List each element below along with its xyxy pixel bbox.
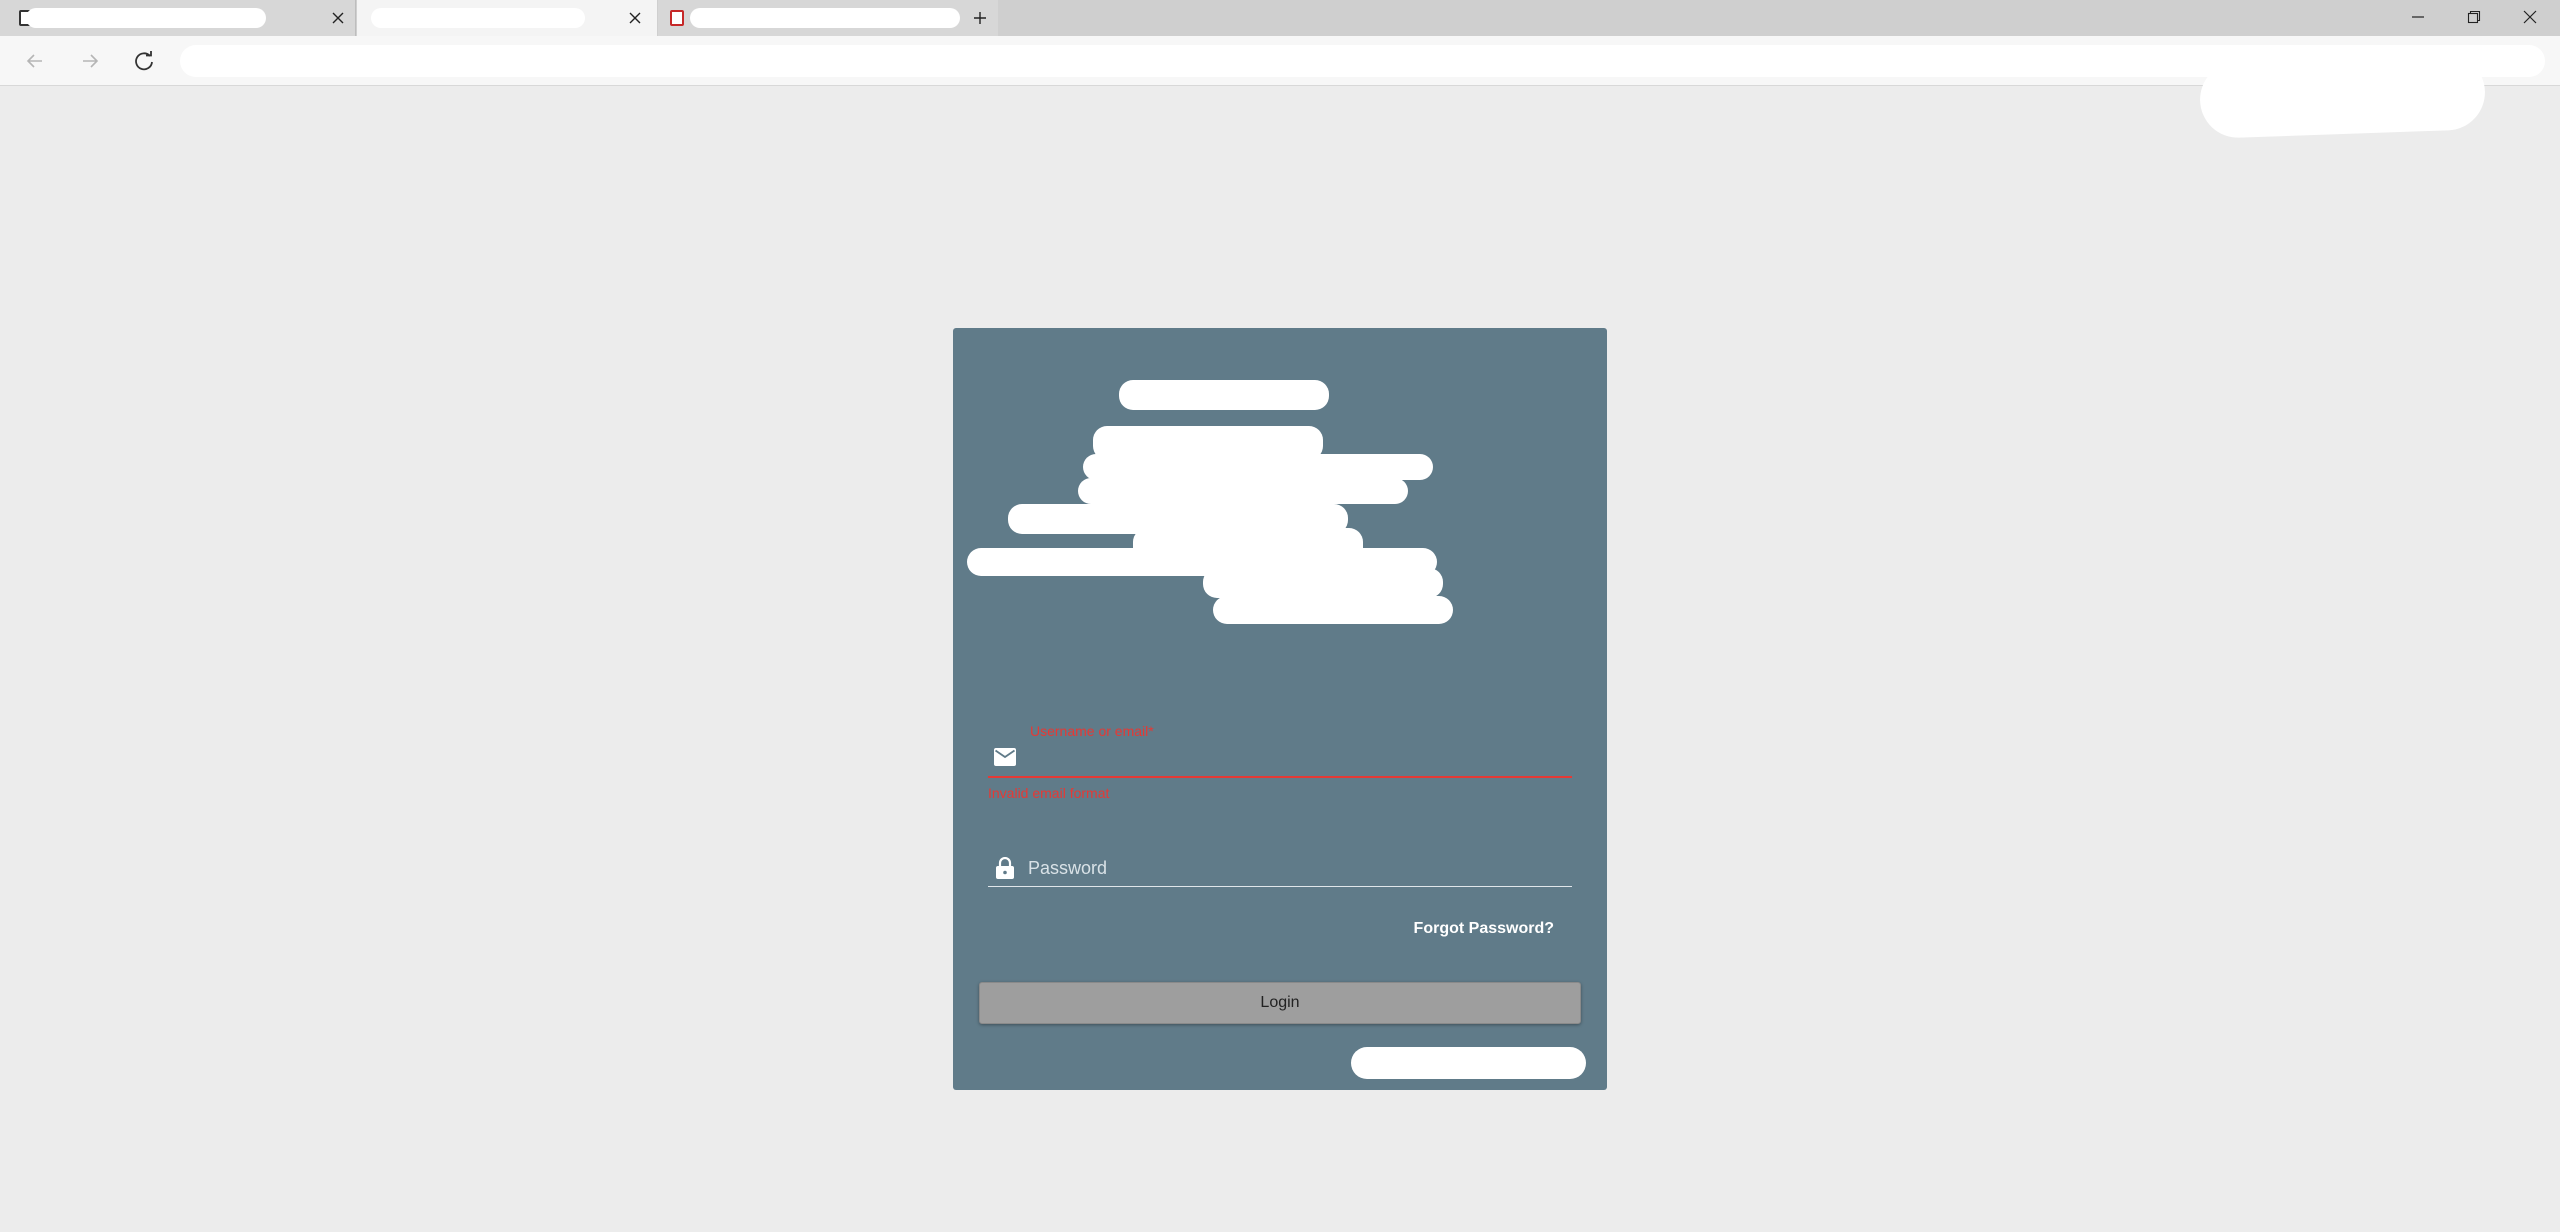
close-icon[interactable]: [326, 6, 350, 30]
tab-strip: [0, 0, 2560, 36]
new-tab-icon[interactable]: [968, 6, 992, 30]
browser-tab-active[interactable]: [357, 0, 657, 36]
tab-title: [371, 8, 585, 28]
refresh-icon[interactable]: [128, 45, 160, 77]
browser-tab[interactable]: [658, 0, 998, 36]
password-field: [988, 833, 1572, 893]
browser-tab[interactable]: [0, 0, 356, 36]
password-input[interactable]: [1028, 853, 1568, 883]
back-icon[interactable]: [19, 45, 51, 77]
password-underline: [988, 886, 1572, 887]
lock-icon: [993, 856, 1017, 880]
email-field: Username or email* Invalid email format: [988, 723, 1572, 803]
email-input[interactable]: [1028, 743, 1568, 773]
close-icon[interactable]: [623, 6, 647, 30]
toolbar-extensions: [2198, 53, 2487, 139]
restore-icon[interactable]: [2446, 0, 2502, 34]
mail-icon: [993, 745, 1017, 769]
login-card: Username or email* Invalid email format …: [953, 328, 1607, 1090]
email-error-message: Invalid email format: [988, 785, 1110, 801]
tab-title: [26, 8, 266, 28]
close-icon[interactable]: [2502, 0, 2558, 34]
forgot-password-link[interactable]: Forgot Password?: [1414, 920, 1554, 938]
email-label: Username or email*: [1030, 723, 1154, 739]
address-bar[interactable]: [180, 45, 2545, 77]
browser-toolbar: [0, 36, 2560, 139]
footer-link[interactable]: [1351, 1047, 1586, 1079]
logo: [953, 328, 1607, 648]
email-underline: [988, 776, 1572, 778]
forward-icon[interactable]: [74, 45, 106, 77]
minimize-icon[interactable]: [2390, 0, 2446, 34]
pdf-icon: [670, 10, 684, 26]
login-button[interactable]: Login: [979, 982, 1581, 1024]
tab-title: [690, 8, 960, 28]
